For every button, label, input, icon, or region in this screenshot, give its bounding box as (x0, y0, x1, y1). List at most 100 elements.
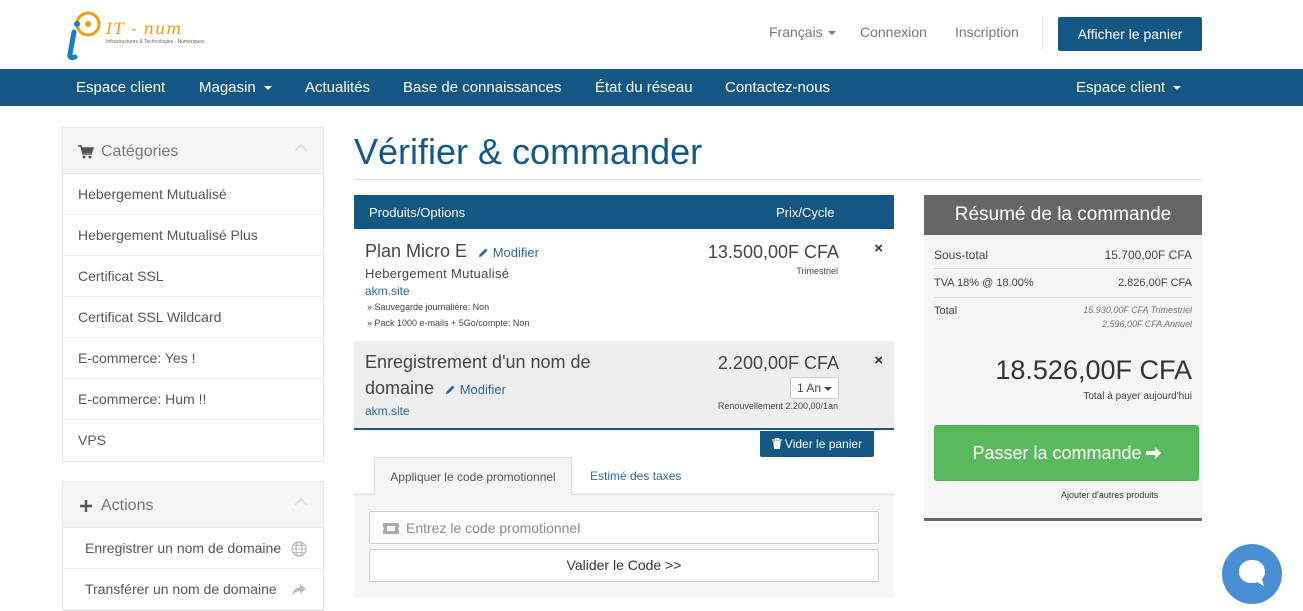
categories-panel: Catégories Hebergement Mutualisé Heberge… (62, 127, 324, 462)
divider (1042, 16, 1043, 50)
column-header-products: Produits/Options (369, 205, 466, 220)
period-select[interactable]: 1 An (790, 377, 839, 399)
chevron-down-icon (263, 86, 272, 91)
tax-label: TVA 18% @ 18.00% (934, 277, 1034, 289)
cart-table-header: Produits/Options Prix/Cycle (354, 195, 894, 229)
divider (354, 494, 374, 495)
actions-title: Actions (101, 497, 154, 514)
product-name-line: Enregistrement d'un nom de (365, 352, 591, 372)
edit-domain-link[interactable]: Modifier (445, 382, 506, 397)
chevron-down-icon (1173, 86, 1182, 91)
categories-header[interactable]: Catégories (63, 128, 323, 174)
product-option: » Pack 1000 e-mails + 5Go/compte: Non (367, 318, 530, 328)
cart-item: Enregistrement d'un nom de domaine Modif… (354, 341, 894, 430)
edit-label: Modifier (459, 382, 506, 397)
nav-item-client-area[interactable]: Espace client (76, 79, 165, 96)
checkout-label: Passer la commande (972, 443, 1142, 463)
checkout-button[interactable]: Passer la commande (934, 425, 1199, 481)
empty-cart-label: Vider le panier (784, 437, 863, 451)
nav-item-account[interactable]: Espace client (1076, 79, 1182, 96)
sidebar-item-register-domain[interactable]: Enregistrer un nom de domaine (63, 528, 323, 569)
edit-label: Modifier (492, 245, 539, 260)
edit-product-link[interactable]: Modifier (478, 245, 539, 260)
product-domain: akm.site (365, 284, 410, 298)
actions-panel: Actions Enregistrer un nom de domaine Tr… (62, 481, 324, 611)
chevron-up-icon[interactable] (294, 497, 308, 507)
tab-promo-code[interactable]: Appliquer le code promotionnel (374, 457, 572, 495)
pencil-icon (446, 385, 455, 394)
tax-row: TVA 18% @ 18.00% 2.826,00F CFA (934, 277, 1192, 289)
subtotal-label: Sous-total (934, 248, 989, 262)
nav-item-network-status[interactable]: État du réseau (595, 79, 693, 96)
column-header-price: Prix/Cycle (776, 205, 835, 220)
view-cart-button[interactable]: Afficher le panier (1058, 17, 1202, 51)
plus-icon (80, 500, 92, 512)
sidebar-item-label: Enregistrer un nom de domaine (85, 540, 282, 556)
trash-icon (771, 438, 782, 449)
title-divider (354, 179, 1202, 180)
divider (572, 494, 894, 495)
item-price: 13.500,00F CFA (707, 242, 839, 262)
nav-item-store[interactable]: Magasin (199, 79, 272, 96)
register-link[interactable]: Inscription (955, 24, 1019, 40)
logo-mark-icon (67, 11, 101, 60)
renewal-price: Renouvellement 2.200,00/1an (717, 401, 838, 411)
promo-code-field[interactable] (369, 511, 879, 544)
product-name: Plan Micro E (365, 241, 468, 261)
logo-tagline: Infrastructures & Technologies - Numériq… (106, 39, 205, 45)
chevron-up-icon[interactable] (294, 143, 308, 153)
subtotal-value: 15.700,00F CFA (1104, 248, 1192, 262)
logo-text: IT - num (106, 19, 183, 38)
product-group: Hebergement Mutualisé (365, 266, 510, 281)
empty-cart-button[interactable]: Vider le panier (760, 431, 874, 457)
nav-item-label: Espace client (1076, 79, 1166, 96)
tab-estimate-taxes[interactable]: Estimé des taxes (590, 469, 681, 483)
sidebar-item-ssl[interactable]: Certificat SSL (63, 256, 323, 297)
sidebar-item-ssl-wildcard[interactable]: Certificat SSL Wildcard (63, 297, 323, 338)
summary-title: Résumé de la commande (924, 195, 1202, 235)
item-cycle: Trimestriel (796, 266, 838, 276)
globe-icon (291, 541, 307, 557)
promo-code-input[interactable] (406, 518, 866, 538)
total-due-today: 18.526,00F CFA (995, 355, 1192, 385)
total-recurring-quarterly: 15.930,00F CFA Trimestriel (1083, 305, 1192, 315)
continue-shopping-link[interactable]: Ajouter d'autres produits (1061, 490, 1158, 500)
sidebar-item-shared-hosting-plus[interactable]: Hebergement Mutualisé Plus (63, 215, 323, 256)
top-bar: IT - num Infrastructures & Technologies … (0, 0, 1303, 69)
period-value: 1 An (797, 381, 822, 395)
arrow-right-icon (1145, 447, 1161, 459)
product-name: domaine (365, 378, 435, 398)
nav-item-news[interactable]: Actualités (305, 79, 370, 96)
divider (934, 297, 1192, 298)
share-icon (292, 584, 306, 596)
sidebar-item-ecommerce-yes[interactable]: E-commerce: Yes ! (63, 338, 323, 379)
shopping-cart-icon (78, 145, 94, 159)
actions-header[interactable]: Actions (63, 482, 323, 528)
main-nav: Espace client Magasin Actualités Base de… (0, 69, 1303, 106)
remove-item-button[interactable]: × (874, 240, 883, 257)
nav-item-contact[interactable]: Contactez-nous (725, 79, 830, 96)
sidebar-item-label: Transférer un nom de domaine (85, 581, 277, 597)
order-summary: Résumé de la commande Sous-total 15.700,… (924, 195, 1202, 521)
product-name-line: domaine Modifier (365, 378, 506, 399)
nav-item-knowledgebase[interactable]: Base de connaissances (403, 79, 561, 96)
language-selector[interactable]: Français (769, 24, 836, 40)
tab-content (354, 493, 894, 598)
cart-item: Plan Micro E Modifier Hebergement Mutual… (354, 229, 894, 340)
tax-value: 2.826,00F CFA (1118, 277, 1192, 289)
divider (934, 268, 1192, 269)
total-recurring-annual: 2.596,00F CFA Annuel (1101, 319, 1192, 329)
remove-item-button[interactable]: × (874, 352, 883, 369)
product-option: » Sauvegarde journalière: Non (367, 302, 490, 312)
ticket-icon (383, 523, 399, 534)
sidebar-item-transfer-domain[interactable]: Transférer un nom de domaine (63, 569, 323, 610)
site-logo[interactable]: IT - num Infrastructures & Technologies … (58, 8, 208, 62)
chat-widget-button[interactable] (1222, 544, 1282, 604)
sidebar-item-shared-hosting[interactable]: Hebergement Mutualisé (63, 174, 323, 215)
sidebar-item-ecommerce-hum[interactable]: E-commerce: Hum !! (63, 379, 323, 420)
language-label: Français (769, 24, 823, 40)
login-link[interactable]: Connexion (860, 24, 927, 40)
validate-code-button[interactable]: Valider le Code >> (369, 549, 879, 582)
pencil-icon (479, 248, 488, 257)
sidebar-item-vps[interactable]: VPS (63, 420, 323, 461)
